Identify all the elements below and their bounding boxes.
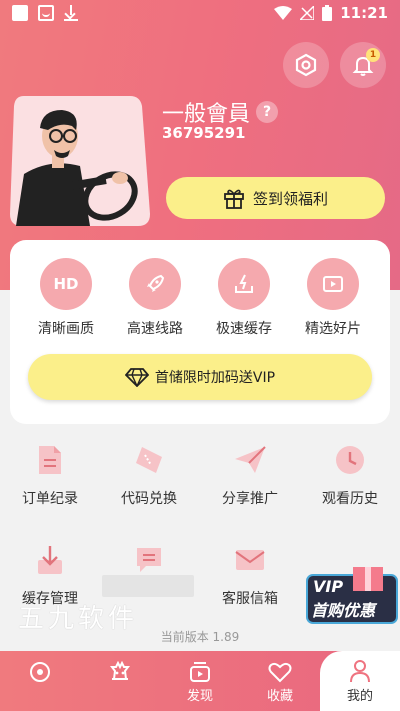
feature-speed-route[interactable]: 高速线路 xyxy=(110,258,200,338)
menu-share-promote[interactable]: 分享推广 xyxy=(205,440,295,508)
feature-featured-videos[interactable]: 精选好片 xyxy=(288,258,378,338)
paper-plane-icon xyxy=(230,440,270,480)
menu-support-mail[interactable]: 客服信箱 xyxy=(205,540,295,608)
settings-icon xyxy=(295,53,317,77)
vip-banner-line2: 首购优惠 xyxy=(311,601,376,620)
download-status-icon xyxy=(64,5,78,21)
person-icon xyxy=(320,651,400,683)
feature-hd[interactable]: HD 清晰画质 xyxy=(21,258,111,338)
vip-first-purchase-banner[interactable]: VIP 首购优惠 xyxy=(305,565,399,625)
bottom-tab-bar: 发现 收藏 我的 xyxy=(0,651,400,711)
hd-icon: HD xyxy=(40,258,92,310)
menu-order-history[interactable]: 订单纪录 xyxy=(5,440,95,508)
video-icon xyxy=(160,651,240,683)
help-icon[interactable]: ? xyxy=(256,101,279,123)
battery-icon xyxy=(322,5,333,21)
download-icon xyxy=(30,540,70,580)
feature-label: 极速缓存 xyxy=(216,321,272,337)
app-face-icon xyxy=(38,5,54,21)
feature-fast-cache[interactable]: 极速缓存 xyxy=(199,258,289,338)
ticket-icon xyxy=(129,440,169,480)
signin-label: 签到领福利 xyxy=(252,189,328,208)
heart-icon xyxy=(240,651,320,683)
mail-icon xyxy=(230,540,270,580)
status-time: 11:21 xyxy=(340,4,388,22)
no-signal-icon xyxy=(300,6,315,20)
notification-badge: 1 xyxy=(366,48,380,62)
menu-watch-history[interactable]: 观看历史 xyxy=(305,440,395,508)
user-id: 36795291 xyxy=(162,124,246,142)
tab-games[interactable] xyxy=(80,651,160,711)
diamond-icon xyxy=(124,368,149,387)
status-bar: 11:21 xyxy=(0,0,400,28)
download-icon xyxy=(218,258,270,310)
vip-banner-line1: VIP xyxy=(313,577,344,596)
rocket-icon xyxy=(129,258,181,310)
play-icon xyxy=(307,258,359,310)
chess-icon xyxy=(80,651,160,683)
signin-rewards-button[interactable]: 签到领福利 xyxy=(166,177,385,219)
app-version: 当前版本 1.89 xyxy=(160,630,240,644)
message-icon xyxy=(129,540,169,580)
target-icon xyxy=(0,651,80,683)
avatar[interactable] xyxy=(10,96,150,226)
clock-icon xyxy=(330,440,370,480)
settings-button[interactable] xyxy=(283,42,329,88)
tab-discover[interactable]: 发现 xyxy=(160,651,240,711)
gift-icon xyxy=(224,189,244,209)
feature-label: 清晰画质 xyxy=(38,321,94,337)
document-icon xyxy=(30,440,70,480)
obscured-label xyxy=(102,575,194,597)
vip-promo-button[interactable]: 首储限时加码送VIP xyxy=(28,354,372,400)
tab-favorites[interactable]: 收藏 xyxy=(240,651,320,711)
feature-label: 精选好片 xyxy=(305,321,361,337)
tab-home[interactable] xyxy=(0,651,80,711)
vip-features-card: HD 清晰画质 高速线路 极速缓存 精选好片 首储限时加码送VIP xyxy=(10,240,390,424)
tab-mine[interactable]: 我的 xyxy=(320,651,400,711)
menu-code-redeem[interactable]: 代码兑换 xyxy=(104,440,194,508)
app-notification-icon xyxy=(12,5,28,21)
wifi-icon xyxy=(274,6,293,20)
feature-label: 高速线路 xyxy=(127,321,183,337)
vip-promo-label: 首储限时加码送VIP xyxy=(154,370,276,386)
notifications-button[interactable]: 1 xyxy=(340,42,386,88)
